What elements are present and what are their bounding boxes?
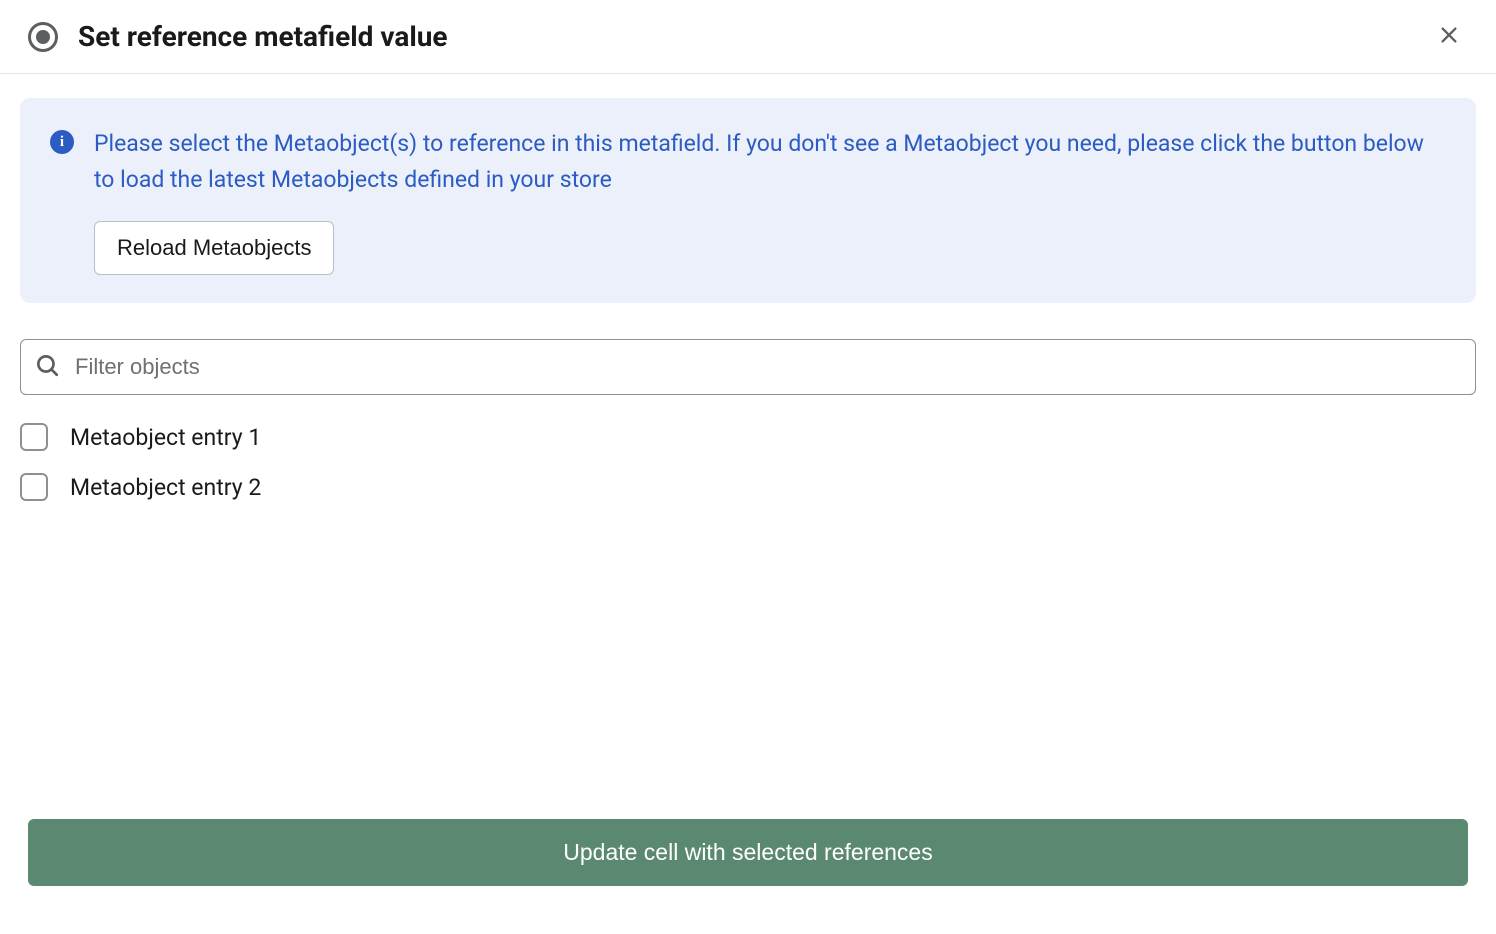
list-item[interactable]: Metaobject entry 1: [20, 423, 1476, 451]
info-content: Please select the Metaobject(s) to refer…: [94, 126, 1446, 275]
radio-selected-icon: [28, 22, 58, 52]
close-button[interactable]: [1430, 16, 1468, 57]
close-icon: [1438, 24, 1460, 49]
reload-metaobjects-button[interactable]: Reload Metaobjects: [94, 221, 334, 275]
update-cell-button[interactable]: Update cell with selected references: [28, 819, 1468, 886]
checkbox[interactable]: [20, 423, 48, 451]
info-message: Please select the Metaobject(s) to refer…: [94, 126, 1446, 197]
object-list: Metaobject entry 1 Metaobject entry 2: [20, 423, 1476, 501]
search-wrap: [20, 339, 1476, 395]
dialog-title: Set reference metafield value: [78, 20, 448, 53]
dialog-footer: Update cell with selected references: [0, 819, 1496, 934]
info-banner: i Please select the Metaobject(s) to ref…: [20, 98, 1476, 303]
filter-objects-input[interactable]: [20, 339, 1476, 395]
object-label: Metaobject entry 1: [70, 424, 261, 451]
object-label: Metaobject entry 2: [70, 474, 261, 501]
dialog-body: i Please select the Metaobject(s) to ref…: [0, 74, 1496, 819]
checkbox[interactable]: [20, 473, 48, 501]
info-icon: i: [50, 130, 74, 154]
title-wrap: Set reference metafield value: [28, 20, 448, 53]
list-item[interactable]: Metaobject entry 2: [20, 473, 1476, 501]
dialog-header: Set reference metafield value: [0, 0, 1496, 74]
dialog: Set reference metafield value i Please s…: [0, 0, 1496, 934]
